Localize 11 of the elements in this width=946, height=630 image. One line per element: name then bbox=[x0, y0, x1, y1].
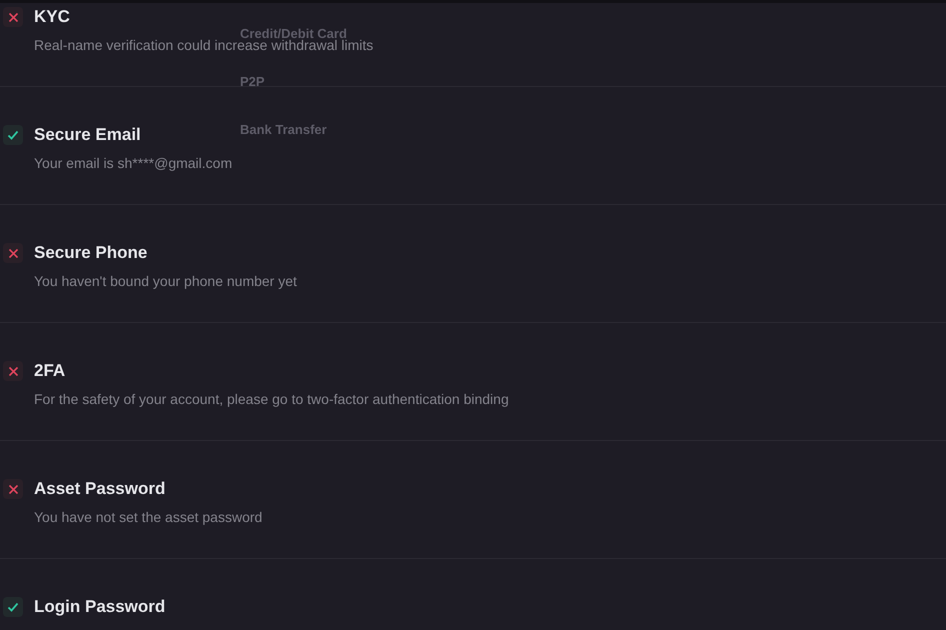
item-title: Secure Email bbox=[34, 124, 141, 146]
item-title: Secure Phone bbox=[34, 242, 148, 264]
item-description: For the safety of your account, please go to two-factor authentication binding bbox=[34, 390, 509, 409]
item-description: You haven't bound your phone number yet bbox=[34, 272, 297, 291]
item-title: Asset Password bbox=[34, 478, 166, 500]
item-title: Login Password bbox=[34, 596, 166, 618]
item-title: 2FA bbox=[34, 360, 66, 382]
item-description: You have not set the asset password bbox=[34, 508, 262, 527]
item-title: KYC bbox=[34, 6, 70, 28]
item-description: Real-name verification could increase withdrawal limits bbox=[34, 37, 374, 55]
item-description: Your email is sh****@gmail.com bbox=[34, 154, 232, 173]
